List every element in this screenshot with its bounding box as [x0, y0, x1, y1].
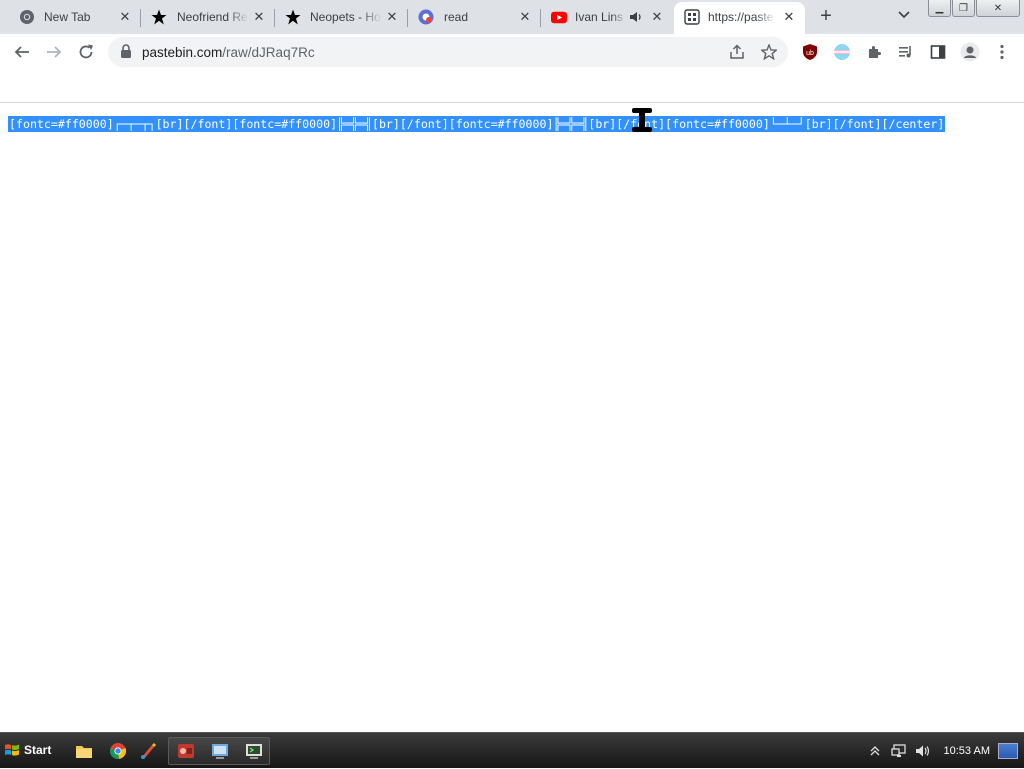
windows-logo-icon	[5, 744, 19, 756]
taskbar: Start 10:53 AM	[0, 732, 1024, 768]
url-host: pastebin.com	[142, 45, 223, 60]
tab-pastebin[interactable]: https://paste ✕	[674, 2, 805, 34]
profile-avatar-icon[interactable]	[960, 42, 980, 62]
share-icon[interactable]	[728, 43, 746, 61]
tab-search-icon[interactable]	[895, 8, 913, 26]
tab-title: Ivan Lins	[575, 10, 624, 24]
lock-icon[interactable]	[120, 44, 134, 60]
close-icon[interactable]: ✕	[252, 9, 266, 24]
side-panel-icon[interactable]	[928, 42, 948, 62]
close-icon[interactable]: ✕	[118, 9, 132, 24]
tab-title: Neopets - Ho	[310, 10, 381, 24]
minimize-button[interactable]: ▁	[928, 0, 951, 17]
chrome-icon	[19, 9, 35, 25]
close-icon[interactable]: ✕	[518, 9, 532, 24]
selected-raw-text[interactable]: [fontc=#ff0000]┌─┬─┬┐[br][/font][fontc=#…	[8, 116, 946, 132]
star-icon	[151, 9, 167, 25]
puzzle-extensions-icon[interactable]	[864, 42, 884, 62]
start-label: Start	[24, 743, 52, 757]
close-window-button[interactable]: ✕	[976, 0, 1020, 17]
media-playlist-icon[interactable]	[896, 42, 916, 62]
paint-app-icon[interactable]	[136, 739, 160, 763]
reload-button[interactable]	[74, 40, 98, 64]
tab-title: Neofriend Re	[177, 10, 248, 24]
tab-new-tab[interactable]: New Tab ✕	[0, 0, 141, 34]
network-icon[interactable]	[890, 742, 908, 760]
maximize-button[interactable]: ❐	[952, 0, 975, 17]
extension-circle-icon[interactable]	[832, 42, 852, 62]
start-button[interactable]: Start	[2, 737, 57, 763]
tray-expand-icon[interactable]	[866, 742, 884, 760]
close-icon[interactable]: ✕	[650, 9, 664, 24]
pastebin-icon	[684, 9, 700, 25]
menu-kebab-icon[interactable]	[992, 42, 1012, 62]
volume-icon[interactable]	[914, 742, 932, 760]
system-clock[interactable]: 10:53 AM	[944, 745, 990, 757]
speaker-icon[interactable]	[628, 9, 644, 25]
svg-text:ub: ub	[806, 50, 814, 57]
url-text: pastebin.com/raw/dJRaq7Rc	[142, 45, 315, 60]
gmail-icon	[418, 9, 434, 25]
star-icon	[285, 9, 301, 25]
forward-button[interactable]	[42, 40, 66, 64]
tab-neopets[interactable]: Neopets - Ho ✕	[275, 0, 408, 34]
bookmark-star-icon[interactable]	[760, 43, 778, 61]
address-bar[interactable]: pastebin.com/raw/dJRaq7Rc	[108, 37, 788, 67]
tab-strip: New Tab ✕ Neofriend Re ✕ Neopets - Ho ✕ …	[0, 0, 1024, 34]
close-icon[interactable]: ✕	[385, 9, 399, 24]
tab-title: read	[444, 10, 469, 24]
forward-arrow-icon	[47, 46, 62, 58]
tab-ivan-lins[interactable]: Ivan Lins ✕	[541, 0, 674, 34]
window-controls: ▁ ❐ ✕	[928, 0, 1020, 18]
tab-read[interactable]: read ✕	[408, 0, 541, 34]
reload-icon	[79, 44, 93, 59]
text-cursor-icon	[632, 108, 652, 132]
game-app-icon[interactable]	[174, 739, 198, 763]
chrome-taskbar-icon[interactable]	[106, 739, 130, 763]
control-panel-icon[interactable]	[208, 739, 232, 763]
close-icon[interactable]: ✕	[782, 9, 796, 24]
file-explorer-icon[interactable]	[72, 739, 96, 763]
back-arrow-icon	[14, 46, 29, 58]
browser-toolbar: pastebin.com/raw/dJRaq7Rc ub	[0, 34, 1024, 70]
new-tab-button[interactable]: +	[815, 6, 837, 28]
page-content: [fontc=#ff0000]┌─┬─┬┐[br][/font][fontc=#…	[0, 103, 1024, 732]
terminal-monitor-icon[interactable]	[242, 739, 266, 763]
tab-title: New Tab	[44, 10, 91, 24]
ublock-icon[interactable]: ub	[800, 42, 820, 62]
tab-title: https://paste	[708, 10, 774, 24]
tab-neofriend[interactable]: Neofriend Re ✕	[141, 0, 275, 34]
show-desktop-button[interactable]	[998, 743, 1018, 759]
system-tray: 10:53 AM	[866, 733, 1024, 769]
back-button[interactable]	[10, 40, 34, 64]
url-path: /raw/dJRaq7Rc	[222, 45, 315, 60]
youtube-icon	[551, 9, 567, 25]
